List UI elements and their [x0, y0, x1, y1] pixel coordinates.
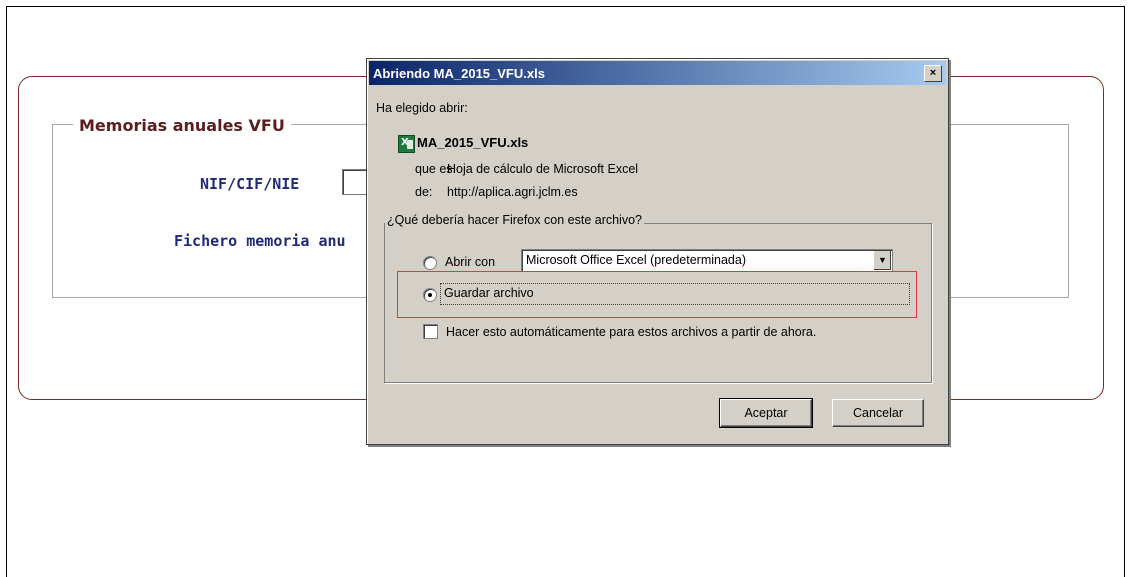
nif-label: NIF/CIF/NIE	[200, 175, 300, 193]
excel-file-icon	[398, 135, 415, 153]
file-name: MA_2015_VFU.xls	[417, 135, 529, 150]
type-value: Hoja de cálculo de Microsoft Excel	[447, 162, 639, 176]
open-with-value: Microsoft Office Excel (predeterminada)	[526, 253, 746, 267]
open-with-label[interactable]: Abrir con	[445, 255, 495, 269]
dialog-title: Abriendo MA_2015_VFU.xls	[373, 66, 545, 81]
download-dialog: Abriendo MA_2015_VFU.xls × Ha elegido ab…	[366, 58, 949, 445]
close-button[interactable]: ×	[924, 65, 942, 82]
cancel-button[interactable]: Cancelar	[832, 399, 924, 427]
open-with-select[interactable]: Microsoft Office Excel (predeterminada) …	[521, 249, 893, 272]
source-value: http://aplica.agri.jclm.es	[447, 185, 578, 199]
chosen-text: Ha elegido abrir:	[376, 101, 468, 115]
fieldset-legend: Memorias anuales VFU	[73, 116, 291, 135]
save-file-label[interactable]: Guardar archivo	[444, 286, 534, 300]
open-with-radio[interactable]	[423, 256, 437, 270]
dropdown-arrow-icon[interactable]: ▼	[873, 251, 891, 270]
ok-button[interactable]: Aceptar	[719, 398, 813, 428]
close-icon: ×	[929, 67, 937, 79]
fichero-label: Fichero memoria anu	[174, 232, 346, 250]
action-group-legend: ¿Qué debería hacer Firefox con este arch…	[385, 213, 644, 227]
save-file-radio[interactable]	[423, 288, 437, 302]
auto-checkbox[interactable]	[423, 324, 438, 339]
dialog-titlebar[interactable]: Abriendo MA_2015_VFU.xls ×	[369, 61, 946, 85]
source-label: de:	[415, 185, 433, 199]
auto-label[interactable]: Hacer esto automáticamente para estos ar…	[446, 325, 816, 339]
